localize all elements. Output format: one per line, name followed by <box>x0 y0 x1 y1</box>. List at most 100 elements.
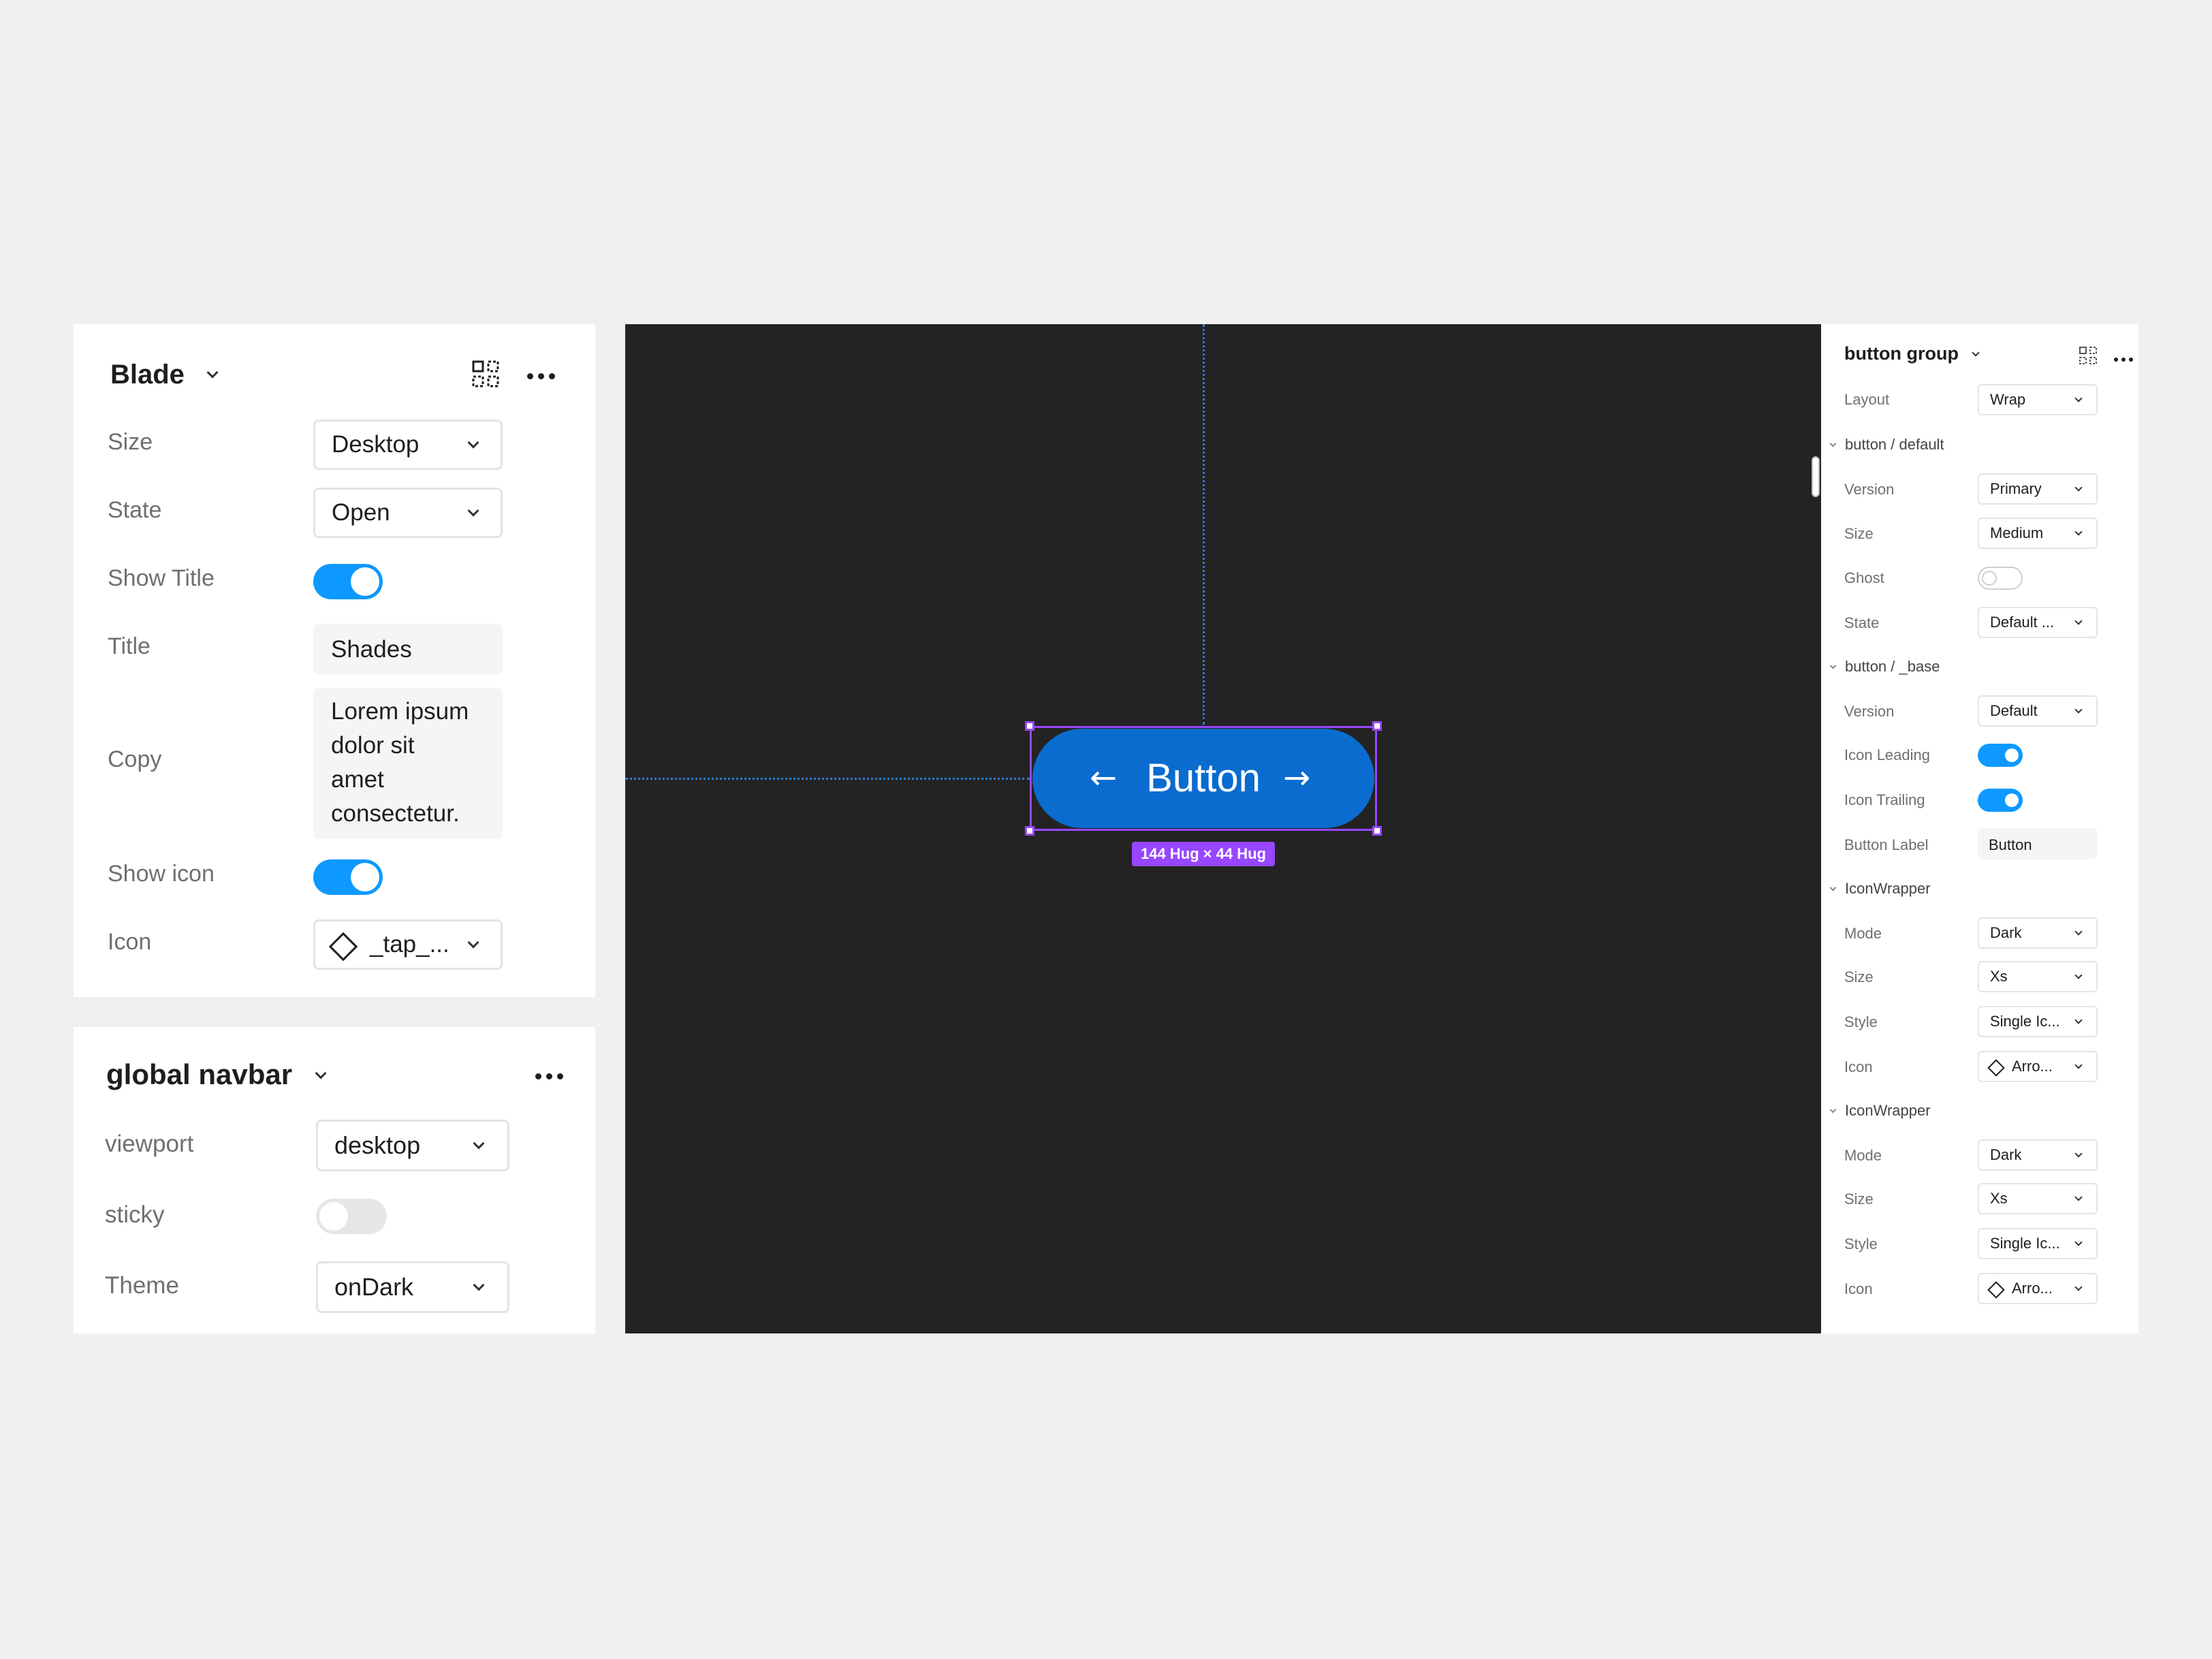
toggle-knob <box>1982 571 1997 586</box>
button-group-title: button group <box>1844 343 1959 364</box>
title-value: Shades <box>331 636 412 663</box>
size-label: Size <box>108 429 153 455</box>
wrapper-size-label: Size <box>1844 1190 1874 1207</box>
wrapper-size-value: Xs <box>1990 968 2008 985</box>
chevron-down-icon <box>2074 1061 2083 1069</box>
wrapper-icon-dropdown[interactable]: Arro... <box>1978 1051 2098 1082</box>
toggle-knob <box>2005 793 2019 807</box>
state-dropdown[interactable]: Default ... <box>1978 607 2098 638</box>
state-label: State <box>1844 614 1880 631</box>
chevron-down-icon <box>2074 706 2083 714</box>
ghost-toggle[interactable] <box>1978 567 2023 590</box>
section-button-base[interactable]: button / _base <box>1829 658 1940 676</box>
section-title: button / default <box>1845 436 1944 453</box>
copy-line: amet <box>331 766 384 793</box>
icon-value: _tap_... <box>370 931 449 958</box>
navbar-component-header[interactable]: global navbar <box>106 1058 327 1091</box>
layout-value: Wrap <box>1990 391 2026 408</box>
viewport-label: viewport <box>105 1131 194 1157</box>
show-icon-toggle[interactable] <box>313 859 383 895</box>
wrapper-icon-value: Arro... <box>2012 1280 2053 1297</box>
mode-value: Dark <box>1990 1146 2022 1163</box>
style-dropdown[interactable]: Single Ic... <box>1978 1006 2098 1037</box>
resize-handle[interactable] <box>1025 826 1034 836</box>
toggle-knob <box>351 863 379 891</box>
resize-handle[interactable] <box>1025 721 1034 731</box>
component-grid-icon[interactable] <box>2079 346 2098 365</box>
layout-dropdown[interactable]: Wrap <box>1978 384 2098 415</box>
chevron-down-icon <box>2074 484 2083 492</box>
base-version-label: Version <box>1844 703 1895 720</box>
copy-line: dolor sit <box>331 732 415 759</box>
chevron-down-icon <box>467 505 479 517</box>
version-value: Primary <box>1990 480 2042 497</box>
resize-handle[interactable] <box>1372 826 1382 836</box>
title-input[interactable]: Shades <box>313 624 503 674</box>
blade-properties-panel: Blade Size Desktop State Open Show Title… <box>74 324 595 997</box>
show-icon-label: Show icon <box>108 861 215 887</box>
theme-dropdown[interactable]: onDark <box>316 1261 509 1313</box>
mode-label: Mode <box>1844 1147 1882 1164</box>
mode-dropdown[interactable]: Dark <box>1978 917 2098 949</box>
size-dropdown[interactable]: Medium <box>1978 518 2098 549</box>
version-label: Version <box>1844 481 1895 498</box>
icon-leading-label: Icon Leading <box>1844 746 1930 763</box>
section-button-default[interactable]: button / default <box>1829 436 1944 454</box>
state-value: Open <box>332 499 390 526</box>
style-value: Single Ic... <box>1990 1013 2060 1030</box>
button-group-header[interactable]: button group <box>1844 343 1980 364</box>
canvas-button[interactable]: ← Button → <box>1032 729 1374 828</box>
mode-dropdown[interactable]: Dark <box>1978 1139 2098 1171</box>
state-dropdown[interactable]: Open <box>313 488 503 538</box>
style-label: Style <box>1844 1235 1878 1252</box>
section-title: button / _base <box>1845 658 1940 675</box>
section-icon-wrapper-2[interactable]: IconWrapper <box>1829 1102 1931 1120</box>
size-dropdown[interactable]: Desktop <box>313 420 503 470</box>
button-label-label: Button Label <box>1844 836 1929 853</box>
button-label-input[interactable]: Button <box>1978 828 2098 859</box>
copy-textarea[interactable]: Lorem ipsum dolor sit amet consectetur. <box>313 688 503 839</box>
more-options-icon[interactable] <box>527 370 555 383</box>
style-dropdown[interactable]: Single Ic... <box>1978 1228 2098 1259</box>
more-options-icon[interactable] <box>535 1071 563 1083</box>
chevron-down-icon <box>1829 662 1837 669</box>
wrapper-size-label: Size <box>1844 968 1874 985</box>
wrapper-size-dropdown[interactable]: Xs <box>1978 961 2098 992</box>
blade-title: Blade <box>110 360 185 390</box>
icon-trailing-label: Icon Trailing <box>1844 791 1925 808</box>
layout-label: Layout <box>1844 391 1890 408</box>
base-version-dropdown[interactable]: Default <box>1978 695 2098 727</box>
chevron-down-icon <box>467 936 479 949</box>
chevron-down-icon <box>2074 1193 2083 1201</box>
chevron-down-icon <box>315 1067 327 1079</box>
chevron-down-icon <box>2074 1016 2083 1024</box>
icon-label: Icon <box>108 929 152 955</box>
vertical-guide-line <box>1203 324 1205 725</box>
more-options-icon[interactable] <box>2114 353 2133 365</box>
wrapper-size-value: Xs <box>1990 1190 2008 1207</box>
wrapper-icon-label: Icon <box>1844 1058 1873 1075</box>
wrapper-size-dropdown[interactable]: Xs <box>1978 1183 2098 1214</box>
chevron-down-icon <box>2074 971 2083 979</box>
panel-resize-handle[interactable] <box>1812 456 1820 497</box>
title-label: Title <box>108 633 151 659</box>
chevron-down-icon <box>2074 528 2083 536</box>
mode-label: Mode <box>1844 925 1882 942</box>
icon-trailing-toggle[interactable] <box>1978 789 2023 812</box>
design-canvas[interactable]: ← Button → 144 Hug × 44 Hug <box>625 324 1821 1333</box>
component-grid-icon[interactable] <box>471 360 500 388</box>
size-value: Medium <box>1990 524 2044 541</box>
resize-handle[interactable] <box>1372 721 1382 731</box>
diamond-icon <box>1987 1281 2005 1299</box>
version-dropdown[interactable]: Primary <box>1978 473 2098 505</box>
ghost-label: Ghost <box>1844 569 1884 586</box>
show-title-toggle[interactable] <box>313 564 383 599</box>
blade-component-header[interactable]: Blade <box>110 360 219 390</box>
chevron-down-icon <box>1829 1106 1837 1113</box>
sticky-toggle[interactable] <box>316 1199 387 1234</box>
icon-swap-dropdown[interactable]: _tap_... <box>313 919 503 970</box>
viewport-dropdown[interactable]: desktop <box>316 1120 509 1171</box>
icon-leading-toggle[interactable] <box>1978 744 2023 767</box>
section-icon-wrapper-1[interactable]: IconWrapper <box>1829 880 1931 898</box>
wrapper-icon-dropdown[interactable]: Arro... <box>1978 1273 2098 1304</box>
